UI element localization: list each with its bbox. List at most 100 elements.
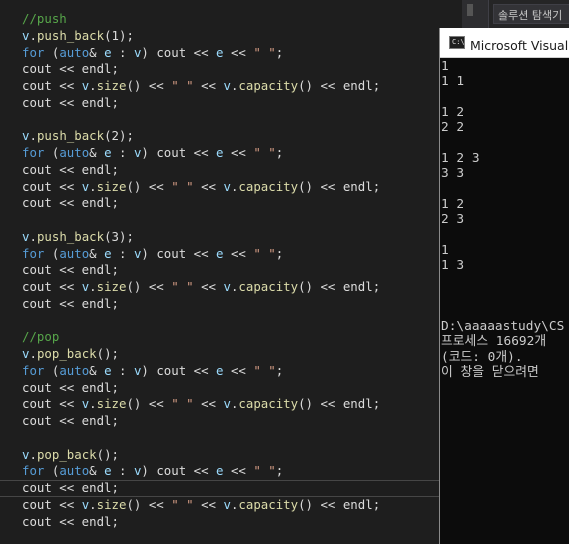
code-token: capacity bbox=[238, 279, 299, 294]
console-line: 1 2 3 bbox=[441, 150, 480, 166]
code-token: ( bbox=[44, 245, 60, 261]
console-line: 2 2 bbox=[441, 120, 465, 136]
code-token: (3); bbox=[104, 228, 134, 244]
code-line: cout << endl; bbox=[22, 262, 380, 279]
code-token: . bbox=[29, 446, 37, 462]
code-token: cout << endl; bbox=[22, 195, 119, 211]
code-line: cout << endl; bbox=[22, 296, 380, 313]
code-token: v bbox=[223, 78, 231, 93]
code-line: //push bbox=[22, 11, 380, 28]
debug-console-window[interactable]: C:\ Microsoft Visual Studio 디버그 콘솔 1 1 1 … bbox=[439, 28, 569, 544]
code-line: for (auto& e : v) cout << e << " "; bbox=[22, 246, 380, 263]
code-token: ; bbox=[275, 245, 284, 261]
code-token: (); bbox=[96, 446, 120, 462]
solution-explorer-search[interactable]: 솔루션 탐색기 bbox=[493, 4, 569, 24]
code-token: & bbox=[89, 44, 105, 60]
code-token: auto bbox=[59, 145, 90, 160]
code-token: size bbox=[96, 396, 127, 412]
code-token: cout << bbox=[22, 496, 82, 512]
code-token: . bbox=[89, 396, 97, 412]
code-token: pop_back bbox=[36, 446, 97, 462]
code-token: ; bbox=[275, 44, 284, 60]
console-line: 1 2 bbox=[441, 196, 465, 212]
code-token: () << endl; bbox=[298, 78, 381, 93]
code-token: for bbox=[22, 463, 45, 479]
code-token: . bbox=[89, 496, 97, 512]
code-token: : bbox=[111, 44, 134, 60]
code-token: push_back bbox=[36, 27, 105, 43]
code-token: () << bbox=[126, 178, 172, 194]
code-token: v bbox=[223, 279, 231, 294]
code-token: push_back bbox=[36, 128, 105, 144]
code-token: ( bbox=[44, 463, 60, 479]
code-token: ( bbox=[44, 362, 60, 378]
code-token: " " bbox=[253, 245, 276, 261]
console-line: 1 2 bbox=[441, 104, 465, 120]
code-line: //pop bbox=[22, 329, 380, 346]
code-token: & bbox=[89, 145, 105, 160]
code-token: e bbox=[104, 145, 112, 160]
code-token: cout << bbox=[22, 78, 82, 93]
console-line: 이 창을 닫으려면 bbox=[441, 364, 539, 380]
code-token: auto bbox=[59, 362, 90, 378]
code-line: cout << endl; bbox=[22, 413, 380, 430]
code-line: cout << endl; bbox=[22, 195, 380, 212]
code-token: << bbox=[193, 496, 224, 512]
code-token: " " bbox=[253, 145, 276, 160]
code-token: auto bbox=[59, 245, 90, 261]
code-token: << bbox=[223, 463, 254, 479]
editor-scrollbar[interactable] bbox=[462, 0, 488, 28]
console-line: 1 bbox=[441, 242, 449, 258]
code-token: << bbox=[223, 145, 254, 160]
code-token: . bbox=[29, 346, 37, 361]
code-token: " " bbox=[253, 362, 276, 378]
code-token: ( bbox=[44, 44, 60, 60]
code-line: for (auto& e : v) cout << e << " "; bbox=[22, 145, 380, 162]
code-token: for bbox=[22, 44, 45, 60]
code-token: ; bbox=[275, 362, 284, 378]
code-token: cout << endl; bbox=[22, 94, 119, 110]
code-token: cout << bbox=[22, 178, 82, 194]
code-line: v.push_back(1); bbox=[22, 28, 380, 45]
code-token: . bbox=[29, 128, 37, 144]
code-token: ; bbox=[275, 145, 284, 160]
code-token: size bbox=[96, 78, 127, 93]
code-token: ) cout << bbox=[141, 463, 217, 479]
code-token: () << endl; bbox=[298, 496, 381, 512]
code-token: cout << endl; bbox=[22, 61, 119, 77]
code-token: << bbox=[193, 178, 224, 194]
code-token: e bbox=[104, 44, 112, 60]
code-token: & bbox=[89, 463, 105, 479]
code-token: << bbox=[193, 396, 224, 412]
code-token: << bbox=[193, 279, 224, 294]
code-token: . bbox=[89, 78, 97, 93]
code-token: pop_back bbox=[36, 346, 97, 361]
code-token: " " bbox=[253, 463, 276, 479]
console-line: 프로세스 16692개 bbox=[441, 334, 547, 350]
code-line: v.push_back(3); bbox=[22, 229, 380, 246]
console-line: 1 bbox=[441, 59, 449, 74]
code-line: for (auto& e : v) cout << e << " "; bbox=[22, 463, 380, 480]
code-line: for (auto& e : v) cout << e << " "; bbox=[22, 45, 380, 62]
code-token: : bbox=[111, 245, 134, 261]
code-token: cout << endl; bbox=[22, 513, 119, 529]
code-token: () << endl; bbox=[298, 279, 381, 294]
console-titlebar[interactable]: C:\ Microsoft Visual Studio 디버그 콘솔 bbox=[440, 28, 569, 58]
code-token: () << bbox=[126, 496, 172, 512]
code-token: cout << endl; bbox=[22, 161, 119, 177]
code-token: cout << endl; bbox=[22, 262, 119, 278]
code-line: cout << endl; bbox=[22, 61, 380, 78]
code-token: size bbox=[96, 496, 127, 512]
code-line: cout << endl; bbox=[22, 95, 380, 112]
code-token: . bbox=[89, 178, 97, 194]
code-token: << bbox=[223, 362, 254, 378]
code-token: . bbox=[29, 228, 37, 244]
scrollbar-thumb[interactable] bbox=[467, 4, 473, 16]
code-line: cout << v.size() << " " << v.capacity() … bbox=[22, 497, 380, 514]
code-token: " " bbox=[253, 44, 276, 60]
code-area[interactable]: //push v.push_back(1); for (auto& e : v) c… bbox=[22, 11, 380, 530]
code-token: capacity bbox=[238, 496, 299, 512]
